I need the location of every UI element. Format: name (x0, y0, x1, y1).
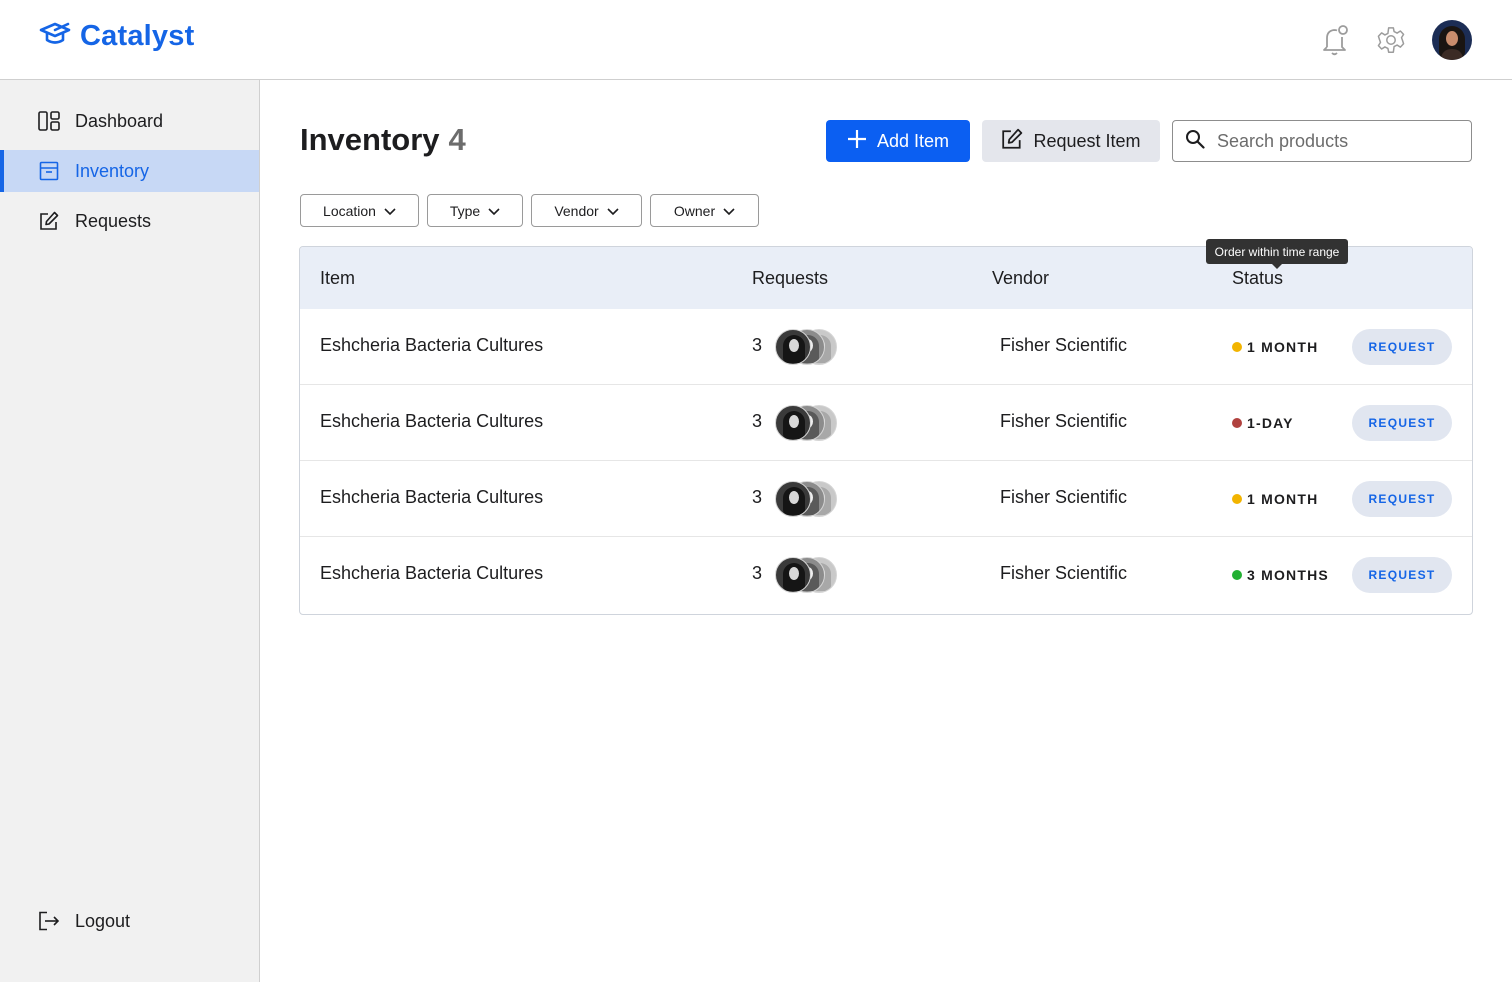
column-header-requests[interactable]: Requests (752, 268, 828, 289)
app-name: Catalyst (80, 20, 195, 52)
requester-avatars[interactable] (775, 329, 841, 365)
search-icon (1185, 129, 1205, 154)
chevron-down-icon (607, 203, 619, 219)
filter-label: Location (323, 202, 376, 219)
request-item-button[interactable]: Request Item (982, 120, 1160, 162)
filter-label: Type (449, 202, 481, 219)
filter-owner[interactable]: Owner (650, 194, 759, 227)
filter-label: Vendor (554, 202, 599, 219)
filter-type[interactable]: Type (427, 194, 523, 227)
request-count: 3 (752, 487, 763, 507)
add-item-label: Add Item (876, 130, 950, 151)
page-title: Inventory 4 (300, 122, 466, 158)
dashboard-icon (38, 110, 60, 132)
filter-label: Owner (673, 202, 716, 219)
column-header-vendor[interactable]: Vendor (992, 268, 1049, 289)
item-count: 4 (448, 122, 466, 157)
item-name: Eshcheria Bacteria Cultures (320, 487, 544, 507)
status-dot (1232, 570, 1242, 580)
avatar (775, 557, 811, 593)
sidebar: Dashboard Inventory Requests Logout (0, 80, 260, 982)
plus-icon (847, 129, 867, 154)
table-row[interactable]: Eshcheria Bacteria Cultures 3 Fisher Sci… (300, 385, 1472, 461)
table-row[interactable]: Eshcheria Bacteria Cultures 3 Fisher Sci… (300, 537, 1472, 613)
request-button[interactable]: REQUEST (1352, 329, 1452, 365)
sidebar-item-label: Dashboard (75, 110, 164, 131)
request-count: 3 (752, 335, 763, 355)
status-badge: 3 MONTHS (1232, 567, 1329, 583)
logout-label: Logout (75, 910, 131, 931)
vendor-name: Fisher Scientific (1000, 487, 1128, 507)
request-count: 3 (752, 563, 763, 583)
request-count: 3 (752, 411, 763, 431)
request-item-label: Request Item (1033, 130, 1141, 151)
item-name: Eshcheria Bacteria Cultures (320, 411, 544, 431)
sidebar-item-label: Requests (75, 210, 152, 231)
search-input[interactable] (1217, 130, 1457, 152)
status-badge: 1 MONTH (1232, 339, 1318, 355)
status-dot (1232, 342, 1242, 352)
chevron-down-icon (384, 203, 396, 219)
vendor-name: Fisher Scientific (1000, 335, 1128, 355)
sidebar-item-label: Inventory (75, 160, 150, 181)
logout-icon (38, 910, 60, 932)
archive-icon (38, 160, 60, 182)
avatar (775, 481, 811, 517)
status-dot (1232, 494, 1242, 504)
sidebar-item-dashboard[interactable]: Dashboard (0, 100, 259, 142)
page-title-text: Inventory (300, 122, 440, 157)
status-badge: 1-DAY (1232, 415, 1294, 431)
logout-button[interactable]: Logout (0, 900, 259, 942)
status-label: 1-DAY (1247, 415, 1294, 431)
status-label: 1 MONTH (1247, 339, 1319, 355)
user-avatar[interactable] (1432, 20, 1472, 60)
graduation-cap-icon (38, 20, 72, 53)
sidebar-item-inventory[interactable]: Inventory (0, 150, 259, 192)
status-badge: 1 MONTH (1232, 491, 1318, 507)
item-name: Eshcheria Bacteria Cultures (320, 563, 544, 583)
requester-avatars[interactable] (775, 557, 841, 593)
logo[interactable]: Catalyst (38, 20, 194, 53)
request-button[interactable]: REQUEST (1352, 405, 1452, 441)
column-header-status[interactable]: Status (1232, 268, 1283, 289)
gear-icon[interactable] (1376, 20, 1406, 60)
avatar (775, 329, 811, 365)
bell-icon[interactable] (1320, 20, 1350, 60)
search-box (1172, 120, 1472, 162)
avatar (775, 405, 811, 441)
item-name: Eshcheria Bacteria Cultures (320, 335, 544, 355)
top-bar: Catalyst (0, 0, 1512, 80)
vendor-name: Fisher Scientific (1000, 563, 1128, 583)
sidebar-item-requests[interactable]: Requests (0, 200, 259, 242)
inventory-table: Item Requests Vendor Status Eshcheria Ba… (299, 246, 1473, 615)
status-label: 3 MONTHS (1247, 567, 1329, 583)
vendor-name: Fisher Scientific (1000, 411, 1128, 431)
request-button[interactable]: REQUEST (1352, 557, 1452, 593)
column-header-item[interactable]: Item (320, 268, 355, 289)
status-tooltip: Order within time range (1206, 239, 1348, 269)
edit-icon (1001, 128, 1023, 155)
requester-avatars[interactable] (775, 481, 841, 517)
filter-location[interactable]: Location (300, 194, 419, 227)
requester-avatars[interactable] (775, 405, 841, 441)
status-dot (1232, 418, 1242, 428)
header-actions (1320, 20, 1472, 60)
add-item-button[interactable]: Add Item (826, 120, 970, 162)
chevron-down-icon (723, 203, 735, 219)
filter-vendor[interactable]: Vendor (531, 194, 642, 227)
table-row[interactable]: Eshcheria Bacteria Cultures 3 Fisher Sci… (300, 461, 1472, 537)
edit-icon (38, 210, 60, 232)
request-button[interactable]: REQUEST (1352, 481, 1452, 517)
chevron-down-icon (488, 203, 500, 219)
status-label: 1 MONTH (1247, 491, 1319, 507)
table-row[interactable]: Eshcheria Bacteria Cultures 3 Fisher Sci… (300, 309, 1472, 385)
